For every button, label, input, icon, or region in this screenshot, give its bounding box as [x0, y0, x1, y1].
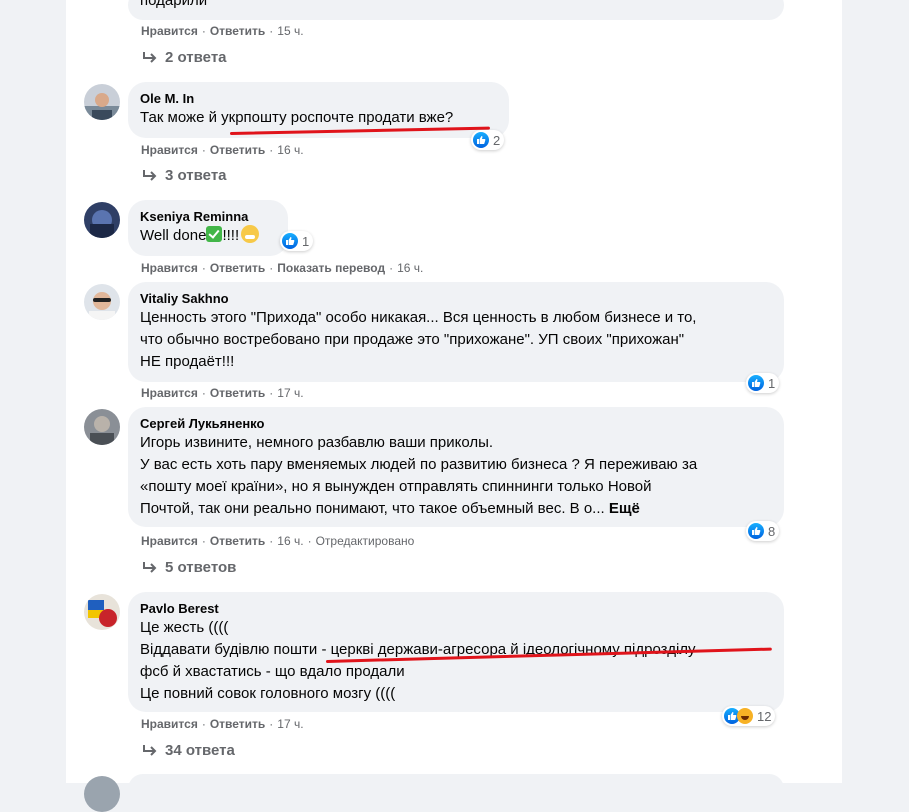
reaction-count: 8	[768, 523, 776, 539]
comment-text-line: Почтой, так они реально понимают, что та…	[140, 500, 605, 517]
like-link[interactable]: Нравится	[141, 261, 198, 275]
reply-arrow-icon	[143, 744, 157, 756]
comment-text: подарили	[140, 0, 208, 9]
like-link[interactable]: Нравится	[141, 534, 198, 548]
reply-link[interactable]: Ответить	[210, 24, 265, 38]
see-more-link[interactable]: Ещё	[609, 500, 640, 517]
comment-author[interactable]: Kseniya Reminna	[140, 208, 276, 225]
reply-link[interactable]: Ответить	[210, 261, 265, 275]
reply-arrow-icon	[143, 561, 157, 573]
comment-text-line: фсб й хвастатись - що вдало продали	[140, 663, 405, 680]
replies-count: 5 ответов	[165, 559, 237, 576]
reply-arrow-icon	[143, 51, 157, 63]
reaction-count: 1	[302, 233, 310, 249]
reaction-summary[interactable]: 12	[722, 706, 776, 726]
comment-actions: Нравится · Ответить · Показать перевод · 16 ч.	[141, 261, 424, 275]
comment-text-line: НЕ продаёт!!!	[140, 353, 235, 370]
replies-count: 2 ответа	[165, 49, 227, 66]
reaction-summary[interactable]: 1	[280, 231, 314, 251]
comment-time[interactable]: 17 ч.	[277, 717, 303, 731]
comment-text-line: Це повний совок головного мозгу ((((	[140, 685, 396, 702]
comment-bubble: Vitaliy Sakhno Ценность этого "Прихода" …	[128, 282, 784, 382]
comment-bubble	[128, 774, 784, 804]
comment-actions: Нравится · Ответить · 16 ч.	[141, 143, 304, 157]
view-replies-button[interactable]: 5 ответов	[141, 559, 236, 576]
comment-time[interactable]: 15 ч.	[277, 24, 303, 38]
comment-text-line: Игорь извините, немного разбавлю ваши пр…	[140, 434, 494, 451]
haha-reaction-icon	[737, 708, 753, 724]
like-reaction-icon	[282, 233, 298, 249]
reaction-summary[interactable]: 8	[746, 521, 780, 541]
comment-bubble: Сергей Лукьяненко Игорь извините, немног…	[128, 407, 784, 527]
like-reaction-icon	[748, 375, 764, 391]
like-reaction-icon	[748, 523, 764, 539]
comment-text: Так може й укрпошту роспочте продати вже…	[140, 109, 454, 126]
check-mark-emoji	[206, 226, 223, 242]
avatar[interactable]	[84, 409, 120, 445]
like-link[interactable]: Нравится	[141, 717, 198, 731]
avatar[interactable]	[84, 202, 120, 238]
reply-link[interactable]: Ответить	[210, 143, 265, 157]
comment-text-line: что обычно востребовано при продаже это …	[140, 331, 685, 348]
view-replies-button[interactable]: 34 ответа	[141, 742, 235, 759]
comment-time[interactable]: 16 ч.	[277, 143, 303, 157]
comment-author[interactable]: Vitaliy Sakhno	[140, 290, 772, 307]
replies-count: 34 ответа	[165, 742, 235, 759]
avatar[interactable]	[84, 84, 120, 120]
comment-text-line: Це жесть ((((	[140, 619, 229, 636]
comment-text: Well done	[140, 227, 207, 244]
comment-actions: Нравится · Ответить · 16 ч. · Отредактировано	[141, 534, 415, 548]
comment-text-suffix: !!!!	[222, 227, 240, 244]
reaction-summary[interactable]: 2	[471, 130, 505, 150]
like-link[interactable]: Нравится	[141, 24, 198, 38]
comment-bubble: Kseniya Reminna Well done!!!!	[128, 200, 288, 256]
comment-author[interactable]: Pavlo Berest	[140, 600, 772, 617]
avatar[interactable]	[84, 776, 120, 812]
face-emoji	[241, 225, 260, 243]
avatar[interactable]	[84, 284, 120, 320]
reaction-count: 12	[757, 708, 772, 724]
comment-actions: Нравится · Ответить · 17 ч.	[141, 717, 304, 731]
like-link[interactable]: Нравится	[141, 143, 198, 157]
view-replies-button[interactable]: 3 ответа	[141, 167, 227, 184]
comment-time[interactable]: 16 ч.	[397, 261, 423, 275]
avatar[interactable]	[84, 594, 120, 630]
reaction-count: 2	[493, 132, 501, 148]
comment-actions: Нравится · Ответить · 17 ч.	[141, 386, 304, 400]
view-replies-button[interactable]: 2 ответа	[141, 49, 227, 66]
reply-link[interactable]: Ответить	[210, 534, 265, 548]
reply-arrow-icon	[143, 169, 157, 181]
comment-bubble: подарили	[128, 0, 784, 20]
comment-text-line: «пошту моеї країни», но я вынужден отпра…	[140, 478, 652, 495]
reaction-count: 1	[768, 375, 776, 391]
comment-time[interactable]: 17 ч.	[277, 386, 303, 400]
comment-author[interactable]: Сергей Лукьяненко	[140, 415, 772, 432]
like-reaction-icon	[473, 132, 489, 148]
reply-link[interactable]: Ответить	[210, 717, 265, 731]
comment-time[interactable]: 16 ч.	[277, 534, 303, 548]
replies-count: 3 ответа	[165, 167, 227, 184]
comment-author[interactable]: Ole M. In	[140, 90, 497, 107]
comment-text-line: У вас есть хоть пару вменяемых людей по …	[140, 456, 698, 473]
comment-text-line: Ценность этого "Прихода" особо никакая..…	[140, 309, 697, 326]
reaction-summary[interactable]: 1	[746, 373, 780, 393]
like-link[interactable]: Нравится	[141, 386, 198, 400]
edited-label: Отредактировано	[315, 534, 415, 548]
show-translation-link[interactable]: Показать перевод	[277, 261, 385, 275]
comment-actions: Нравится · Ответить · 15 ч.	[141, 24, 304, 38]
reply-link[interactable]: Ответить	[210, 386, 265, 400]
